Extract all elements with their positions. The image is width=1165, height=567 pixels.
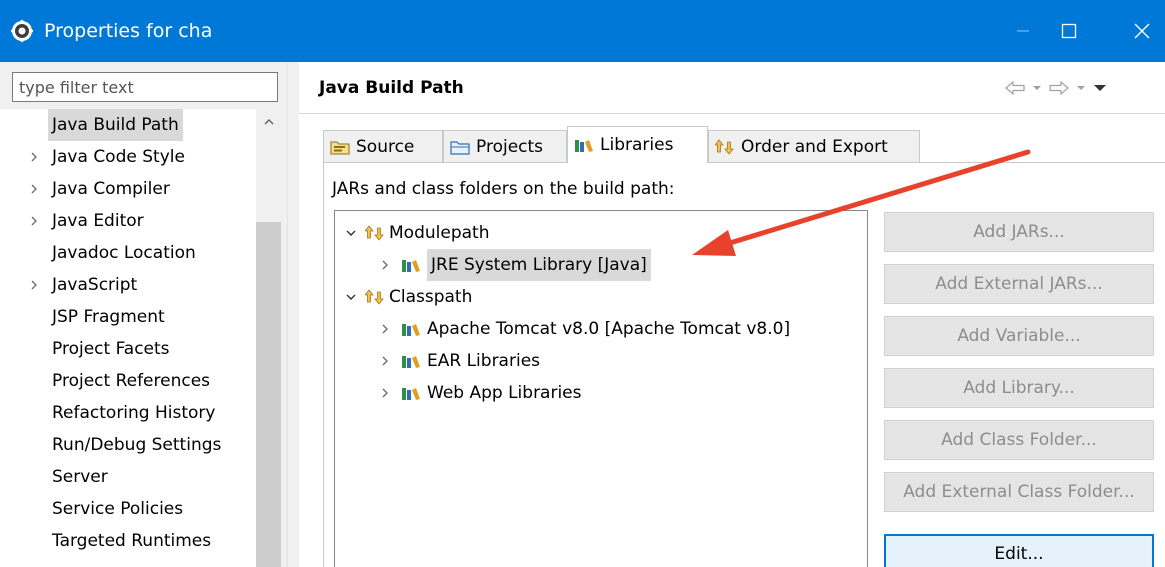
sidebar-item-label: JSP Fragment — [52, 307, 165, 327]
tab-libraries[interactable]: Libraries — [567, 126, 708, 163]
sidebar-item-label: JavaScript — [52, 275, 138, 295]
sidebar-item-project-references[interactable]: Project References — [0, 365, 256, 397]
sidebar-item-label: Targeted Runtimes — [52, 531, 212, 551]
category-tree: Java Build Path Java Code Style Java Com… — [0, 109, 256, 567]
chevron-right-icon[interactable] — [28, 215, 40, 227]
sidebar-item-label: Service Policies — [52, 499, 184, 519]
sidebar-item-label: Project Facets — [52, 339, 170, 359]
minimize-button[interactable] — [1000, 8, 1046, 54]
add-library-button[interactable]: Add Library... — [884, 368, 1154, 408]
sidebar-scrollbar[interactable] — [256, 109, 281, 567]
sidebar-item-javadoc-location[interactable]: Javadoc Location — [0, 237, 256, 269]
sidebar-item-service-policies[interactable]: Service Policies — [0, 493, 256, 525]
maximize-icon — [1061, 23, 1077, 39]
sidebar-item-javascript[interactable]: JavaScript — [0, 269, 256, 301]
sidebar-item-java-build-path[interactable]: Java Build Path — [0, 109, 256, 141]
sidebar-item-java-editor[interactable]: Java Editor — [0, 205, 256, 237]
tab-label: Libraries — [600, 135, 674, 155]
sidebar-item-label: Refactoring History — [52, 403, 216, 423]
window-title: Properties for cha — [44, 20, 213, 42]
sidebar-item-label: Project References — [52, 371, 211, 391]
title-bar: Properties for cha — [0, 0, 1165, 62]
sidebar-item-targeted-runtimes[interactable]: Targeted Runtimes — [0, 525, 256, 557]
sidebar-item-label: Java Code Style — [52, 147, 185, 167]
sidebar-item-java-compiler[interactable]: Java Compiler — [0, 173, 256, 205]
chevron-right-icon[interactable] — [28, 183, 40, 195]
sidebar-item-label: Java Compiler — [52, 179, 170, 199]
close-icon — [1134, 23, 1150, 39]
add-jars-button[interactable]: Add JARs... — [884, 212, 1154, 252]
maximize-button[interactable] — [1046, 8, 1092, 54]
sidebar-item-run-debug-settings[interactable]: Run/Debug Settings — [0, 429, 256, 461]
add-external-class-folder-button[interactable]: Add External Class Folder... — [884, 472, 1154, 512]
sidebar-item-jsp-fragment[interactable]: JSP Fragment — [0, 301, 256, 333]
chevron-right-icon[interactable] — [28, 151, 40, 163]
sidebar-item-label: Server — [52, 467, 108, 487]
add-class-folder-button[interactable]: Add Class Folder... — [884, 420, 1154, 460]
sash-divider[interactable] — [287, 62, 299, 567]
eclipse-gear-icon — [11, 20, 33, 42]
sidebar-item-label: Javadoc Location — [52, 243, 196, 263]
sidebar-item-label: Java Build Path — [48, 109, 183, 141]
filter-input[interactable] — [12, 72, 278, 102]
sidebar-item-label: Run/Debug Settings — [52, 435, 222, 455]
sidebar-item-java-code-style[interactable]: Java Code Style — [0, 141, 256, 173]
sidebar-item-server[interactable]: Server — [0, 461, 256, 493]
libraries-icon — [575, 140, 593, 152]
add-variable-button[interactable]: Add Variable... — [884, 316, 1154, 356]
close-button[interactable] — [1119, 8, 1165, 54]
chevron-right-icon[interactable] — [28, 279, 40, 291]
sidebar-item-label: Java Editor — [52, 211, 144, 231]
minimize-icon — [1017, 30, 1029, 32]
chevron-up-icon[interactable] — [262, 115, 276, 129]
button-column: Add JARs... Add External JARs... Add Var… — [299, 62, 1165, 567]
preferences-sidebar: Java Build Path Java Code Style Java Com… — [0, 62, 287, 567]
edit-button[interactable]: Edit... — [884, 534, 1154, 567]
sidebar-item-refactoring-history[interactable]: Refactoring History — [0, 397, 256, 429]
scrollbar-thumb[interactable] — [256, 222, 281, 567]
sidebar-item-project-facets[interactable]: Project Facets — [0, 333, 256, 365]
add-external-jars-button[interactable]: Add External JARs... — [884, 264, 1154, 304]
